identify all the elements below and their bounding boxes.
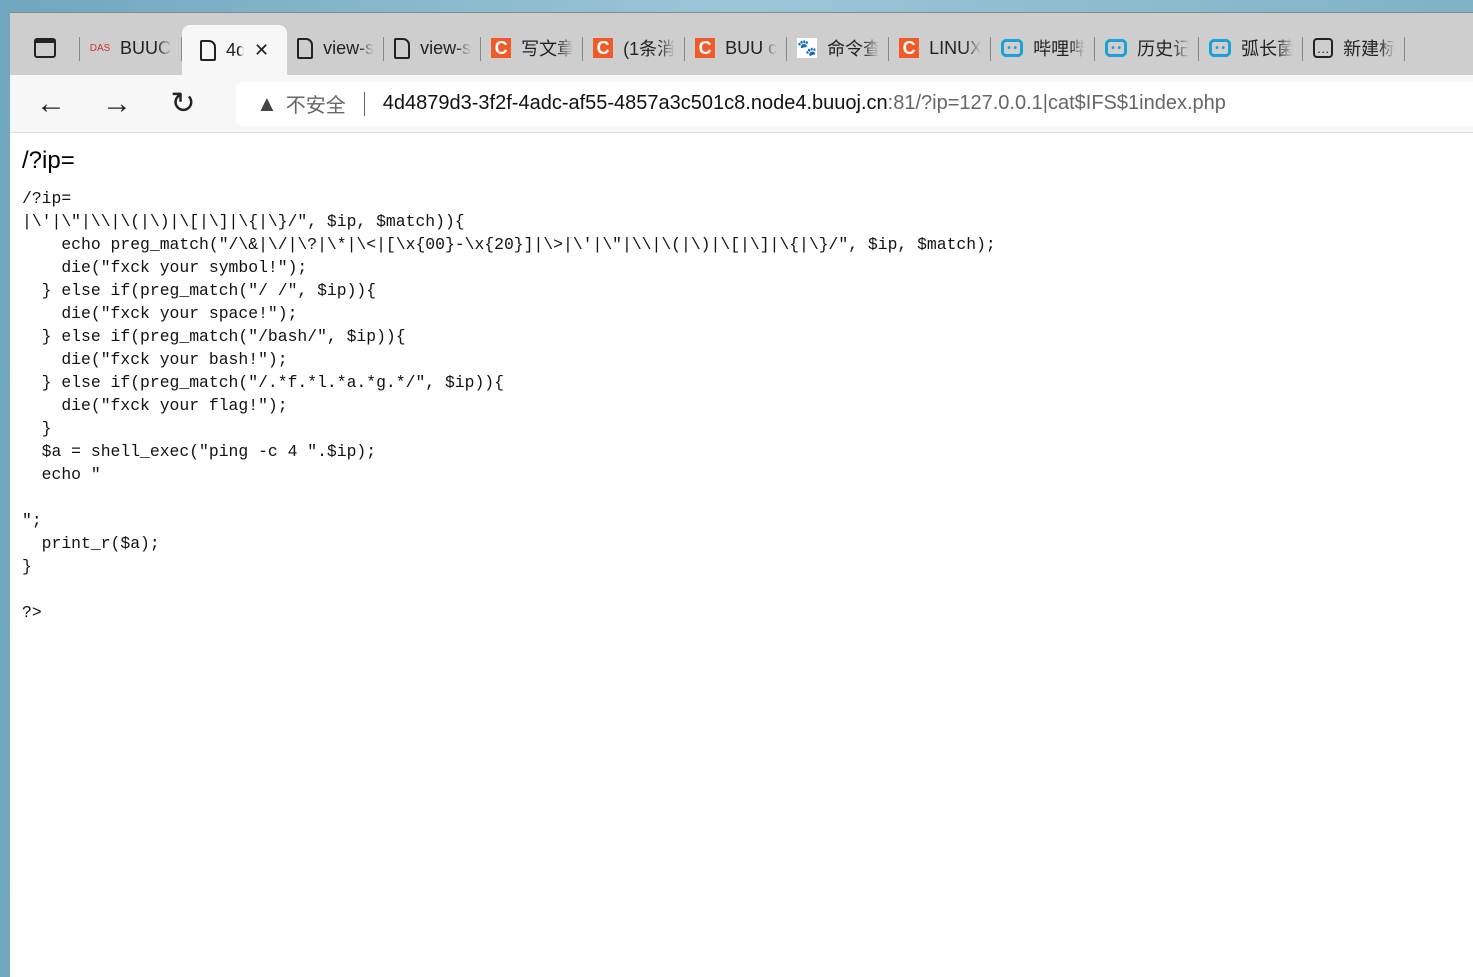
tab-5[interactable]: C (1条消 (583, 25, 686, 71)
tab-actions-icon (34, 38, 56, 58)
tab-label: 4d (226, 39, 244, 60)
tab-bar: DAS BUUCTF 4d ✕ view-s view-s C 写文章 C (1条消 C BUU ct… (10, 13, 1473, 75)
csdn-icon: C (695, 38, 716, 58)
new-tab-icon: … (1313, 38, 1334, 58)
baidu-icon: 🐾 (797, 38, 818, 58)
tab-0[interactable]: DAS BUUCTF (80, 25, 182, 71)
tab-2[interactable]: view-s (287, 25, 385, 71)
document-icon (297, 37, 314, 59)
refresh-button[interactable]: ↻ (150, 86, 216, 121)
bilibili-icon (1105, 39, 1128, 57)
tab-10[interactable]: 历史记 (1095, 25, 1200, 71)
tab-label: 新建标 (1343, 39, 1396, 59)
csdn-icon: C (593, 38, 614, 58)
tab-label: 哔哩哔 (1033, 39, 1086, 59)
source-code: /?ip= |\'|\"|\\|\(|\)|\[|\]|\{|\}/", $ip… (22, 189, 996, 622)
ctf-logo-icon: DAS (89, 42, 111, 54)
address-bar[interactable]: ▲ 不安全 4d4879d3-3f2f-4adc-af55-4857a3c501… (236, 81, 1473, 126)
tab-6[interactable]: C BUU ct (685, 25, 788, 71)
security-label[interactable]: 不安全 (286, 89, 346, 118)
tab-label: view-s (323, 37, 375, 58)
forward-button[interactable]: → (84, 87, 150, 121)
warning-icon: ▲ (256, 90, 278, 116)
toolbar: ← → ↻ ▲ 不安全 4d4879d3-3f2f-4adc-af55-4857… (10, 75, 1473, 133)
url-path: :81/?ip=127.0.0.1|cat$IFS$1index.php (887, 92, 1226, 114)
document-icon (394, 37, 411, 59)
tab-label: BUU ct (725, 37, 778, 58)
close-tab-icon[interactable]: ✕ (254, 40, 269, 61)
tab-11[interactable]: 弧长菌 (1199, 25, 1304, 71)
tab-label: 历史记 (1137, 39, 1190, 59)
tab-label: view-s (420, 37, 472, 58)
bilibili-icon (1209, 39, 1232, 57)
csdn-icon: C (491, 38, 512, 58)
page-content: /?ip= /?ip= |\'|\"|\\|\(|\)|\[|\]|\{|\}/… (10, 133, 1473, 638)
divider (363, 91, 365, 116)
tab-label: 命令查 (827, 39, 880, 59)
tab-4[interactable]: C 写文章 (481, 25, 584, 71)
tab-label: 写文章 (521, 39, 574, 59)
csdn-icon: C (899, 38, 920, 58)
tab-3[interactable]: view-s (384, 25, 482, 71)
tab-label: 弧长菌 (1241, 39, 1294, 59)
bilibili-icon (1001, 39, 1024, 57)
url-host: 4d4879d3-3f2f-4adc-af55-4857a3c501c8.nod… (382, 92, 888, 114)
tab-8[interactable]: C LINUX (889, 25, 992, 71)
browser-window: DAS BUUCTF 4d ✕ view-s view-s C 写文章 C (1条消 C BUU ct… (10, 12, 1473, 977)
tab-label: BUUCTF (120, 37, 172, 58)
tab-actions-button[interactable] (10, 25, 80, 71)
tab-9[interactable]: 哔哩哔 (991, 25, 1096, 71)
tab-label: LINUX (929, 37, 982, 58)
tab-7[interactable]: 🐾 命令查 (787, 25, 890, 71)
back-button[interactable]: ← (18, 87, 84, 121)
tab-label: (1条消 (623, 39, 676, 59)
page-heading: /?ip= (22, 147, 75, 174)
tab-12[interactable]: … 新建标 (1303, 25, 1406, 71)
tab-1[interactable]: 4d ✕ (182, 25, 288, 75)
document-icon (200, 39, 216, 61)
